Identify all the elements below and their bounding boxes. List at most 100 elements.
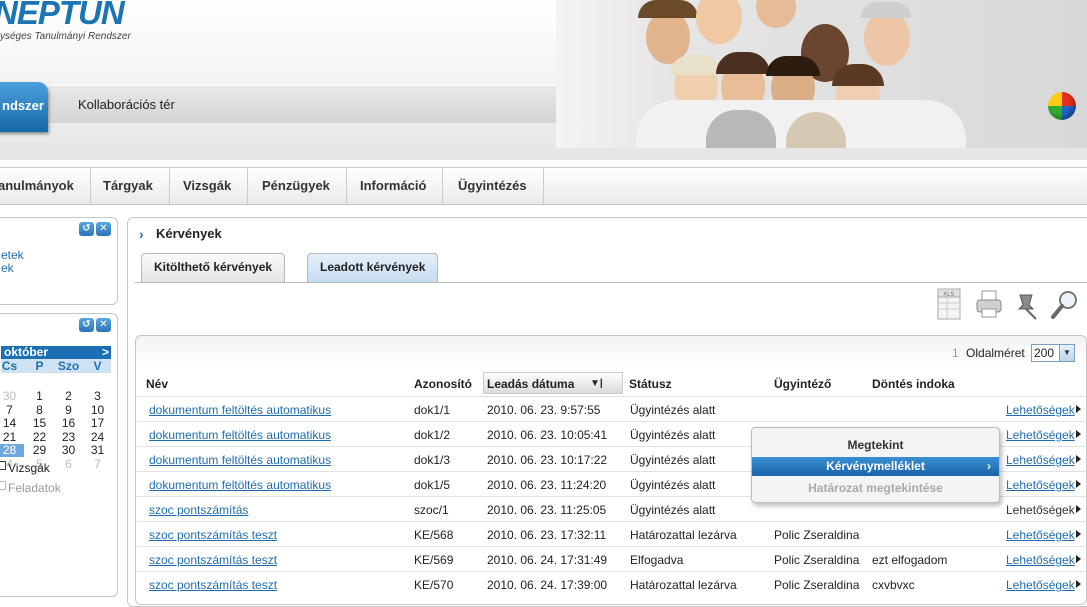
menu-tanulmanyok[interactable]: anulmányok	[0, 168, 91, 204]
table-row[interactable]: szoc pontszámítás teszt KE/568 2010. 06. 2…	[137, 521, 1087, 546]
search-icon[interactable]	[1050, 287, 1080, 323]
pin-icon[interactable]	[1012, 287, 1042, 323]
col-header-statusz[interactable]: Státusz	[629, 377, 672, 391]
table-row[interactable]: dokumentum feltöltés automatikus dok1/1 20…	[137, 396, 1087, 421]
row-options-link[interactable]: Lehetőségek	[1006, 553, 1075, 567]
row-id: dok1/5	[414, 478, 451, 492]
calendar-day[interactable]: 24	[83, 430, 112, 444]
menu-targyak[interactable]: Tárgyak	[87, 168, 170, 204]
calendar-day[interactable]: 17	[83, 417, 112, 430]
page-number[interactable]: 1	[952, 346, 959, 360]
col-header-nev[interactable]: Név	[146, 377, 168, 391]
row-name-link[interactable]: szoc pontszámítás teszt	[149, 553, 277, 567]
row-name-link[interactable]: szoc pontszámítás	[149, 503, 248, 517]
tab-rendszer[interactable]: ndszer	[0, 82, 48, 132]
refresh-icon[interactable]: ↺	[79, 222, 94, 236]
title-chevron-icon: ›	[139, 226, 144, 242]
row-options-link[interactable]: Lehetőségek	[1006, 453, 1075, 467]
row-options-link[interactable]: Lehetőségek	[1006, 528, 1075, 542]
close-icon[interactable]: ✕	[96, 222, 111, 236]
options-arrow-icon[interactable]	[1076, 405, 1081, 413]
menu-item-kervenymelleklet[interactable]: Kérvénymelléklet ›	[752, 457, 999, 476]
calendar-day[interactable]: 16	[54, 417, 83, 430]
menu-item-hatarozat-megtekintese: Határozat megtekintése	[808, 481, 943, 495]
sidebar-link[interactable]: etek	[1, 248, 24, 262]
neptun-logo[interactable]: NEPTUN	[0, 0, 125, 32]
table-row[interactable]: szoc pontszámítás teszt KE/569 2010. 06. 2…	[137, 546, 1087, 571]
sort-desc-icon[interactable]: ▼|	[590, 378, 603, 389]
options-arrow-icon[interactable]	[1076, 480, 1081, 488]
calendar-day[interactable]: 3	[83, 390, 112, 403]
options-arrow-icon[interactable]	[1076, 455, 1081, 463]
row-handler: Polic Zseraldina	[774, 528, 860, 542]
row-name-link[interactable]: dokumentum feltöltés automatikus	[149, 478, 331, 492]
chevron-down-icon[interactable]: ▼	[1059, 345, 1074, 361]
xls-export-icon[interactable]: XLS	[935, 287, 965, 323]
calendar-day[interactable]: 23	[54, 430, 83, 444]
row-options-link[interactable]: Lehetőségek	[1006, 503, 1075, 517]
menu-vizsgak[interactable]: Vizsgák	[167, 168, 249, 204]
language-globe-icon[interactable]	[1048, 92, 1076, 120]
row-status: Ügyintézés alatt	[630, 453, 716, 467]
row-options-link[interactable]: Lehetőségek	[1006, 428, 1075, 442]
row-name-link[interactable]: dokumentum feltöltés automatikus	[149, 428, 331, 442]
calendar-day[interactable]: 6	[54, 457, 83, 471]
row-status: Ügyintézés alatt	[630, 478, 716, 492]
calendar-next-button[interactable]: >	[102, 346, 109, 359]
calendar-day[interactable]: 7	[83, 457, 112, 471]
row-options-link[interactable]: Lehetőségek	[1006, 578, 1075, 592]
menu-ugyintezes[interactable]: Ügyintézés	[442, 168, 544, 204]
sidebar-link[interactable]: ek	[1, 261, 14, 275]
options-arrow-icon[interactable]	[1076, 530, 1081, 538]
row-status: Határozattal lezárva	[630, 578, 737, 592]
row-options-link[interactable]: Lehetőségek	[1006, 403, 1075, 417]
sidebar-box-calendar: ↺ ✕ október > Cs P Szo V 30 1 2 3 7 8 9 10 14 15 1…	[0, 313, 118, 597]
calendar-day[interactable]: 15	[25, 417, 54, 430]
row-name-link[interactable]: szoc pontszámítás teszt	[149, 528, 277, 542]
row-name-link[interactable]: dokumentum feltöltés automatikus	[149, 453, 331, 467]
table-row[interactable]: szoc pontszámítás teszt KE/570 2010. 06. 2…	[137, 571, 1087, 596]
options-arrow-icon[interactable]	[1076, 580, 1081, 588]
row-name-link[interactable]: dokumentum feltöltés automatikus	[149, 403, 331, 417]
menu-item-megtekint[interactable]: Megtekint	[752, 436, 999, 455]
options-arrow-icon[interactable]	[1076, 430, 1081, 438]
calendar-day[interactable]: 10	[83, 403, 112, 417]
col-header-ugyintezo[interactable]: Ügyintéző	[774, 377, 831, 391]
row-id: KE/568	[414, 528, 454, 542]
menu-informacio[interactable]: Információ	[344, 168, 444, 204]
calendar-day[interactable]: 31	[83, 444, 112, 457]
col-header-leadas-datuma[interactable]: Leadás dátuma	[487, 377, 574, 391]
row-status: Ügyintézés alatt	[630, 403, 716, 417]
menu-penzugyek[interactable]: Pénzügyek	[246, 168, 347, 204]
calendar-month: október	[4, 345, 49, 359]
refresh-icon[interactable]: ↺	[79, 318, 94, 332]
calendar-day[interactable]: 28	[0, 444, 24, 457]
row-reason: ezt elfogadom	[872, 553, 948, 567]
calendar-day[interactable]: 14	[0, 417, 24, 430]
page-size-select[interactable]: 200 ▼	[1031, 344, 1075, 362]
col-header-azonosito[interactable]: Azonosító	[414, 377, 472, 391]
calendar-day[interactable]: 22	[25, 430, 54, 444]
row-id: KE/570	[414, 578, 454, 592]
calendar-day[interactable]: 21	[0, 430, 24, 444]
tab-kitoltheto-kervenyek[interactable]: Kitölthető kérvények	[141, 253, 286, 283]
options-arrow-icon[interactable]	[1076, 505, 1081, 513]
calendar-day[interactable]: 30	[54, 444, 83, 457]
calendar-day[interactable]: 7	[0, 403, 24, 417]
close-icon[interactable]: ✕	[96, 318, 111, 332]
filter-feladatok-checkbox[interactable]	[0, 481, 6, 490]
calendar-day[interactable]: 2	[54, 390, 83, 403]
row-name-link[interactable]: szoc pontszámítás teszt	[149, 578, 277, 592]
tab-kollaboracios-ter[interactable]: Kollaborációs tér	[78, 97, 175, 112]
calendar-day[interactable]: 1	[25, 390, 54, 403]
calendar-day[interactable]: 30	[0, 390, 24, 403]
tab-leadott-kervenyek[interactable]: Leadott kérvények	[307, 253, 439, 283]
options-arrow-icon[interactable]	[1076, 555, 1081, 563]
filter-vizsgak-checkbox[interactable]	[0, 461, 6, 470]
calendar-day[interactable]: 29	[25, 444, 54, 457]
print-icon[interactable]	[974, 287, 1004, 323]
calendar-day[interactable]: 8	[25, 403, 54, 417]
col-header-dontes-indoka[interactable]: Döntés indoka	[872, 377, 955, 391]
calendar-day[interactable]: 9	[54, 403, 83, 417]
row-options-link[interactable]: Lehetőségek	[1006, 478, 1075, 492]
